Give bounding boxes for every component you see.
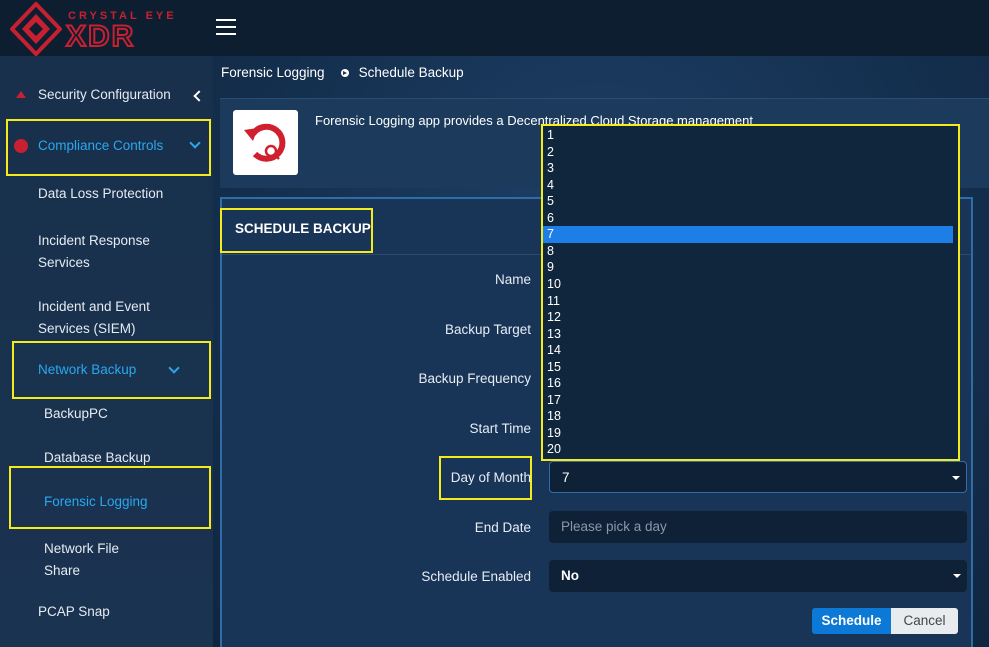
dropdown-option[interactable]: 9 [543,259,953,276]
cancel-button[interactable]: Cancel [891,608,958,634]
end-date-input[interactable]: Please pick a day [549,511,967,543]
sidebar-item-database-backup[interactable]: Database Backup [0,448,213,468]
sidebar-item-network-backup[interactable]: Network Backup [0,359,213,381]
sidebar-item-label: Security Configuration [38,87,171,102]
crystal-eye-logo[interactable]: CRYSTAL EYE XDR [10,2,185,56]
breadcrumb-root-link[interactable]: Forensic Logging [221,65,325,80]
sidebar-item-forensic-logging[interactable]: Forensic Logging [0,492,213,512]
sidebar-item-label: Incident and Event Services (SIEM) [38,299,150,336]
sidebar-item-label: Network File Share [44,541,120,578]
day-of-month-select[interactable]: 7 [549,461,967,493]
sidebar-item-pcap-snap[interactable]: PCAP Snap [0,602,213,622]
dropdown-option[interactable]: 4 [543,177,953,194]
end-date-label: End Date [474,520,531,535]
backup-frequency-label: Backup Frequency [418,371,531,386]
dropdown-option[interactable]: 11 [543,293,953,310]
sidebar-item-label: Compliance Controls [38,138,164,153]
sidebar-item-label: Forensic Logging [44,494,148,509]
sidebar-item-label: PCAP Snap [38,604,110,619]
sidebar-item-security-configuration[interactable]: Security Configuration [0,84,213,106]
dropdown-option[interactable]: 12 [543,309,953,326]
top-bar: CRYSTAL EYE XDR [0,0,989,56]
sidebar-item-label: Data Loss Protection [38,186,164,201]
forensic-logging-app-icon [233,110,298,175]
sidebar-item-incident-and-event-services[interactable]: Incident and Event Services (SIEM) [0,294,213,338]
dropdown-option[interactable]: 18 [543,408,953,425]
dropdown-option[interactable]: 14 [543,342,953,359]
logo-mark-icon [10,2,62,56]
dropdown-option[interactable]: 19 [543,425,953,442]
sidebar-item-label: Database Backup [44,450,151,465]
sidebar-item-incident-response-services[interactable]: Incident Response Services [0,228,213,272]
schedule-button[interactable]: Schedule [812,608,891,634]
dropdown-option[interactable]: 5 [543,193,953,210]
backup-target-label: Backup Target [444,322,531,337]
logo-text-xdr: XDR [65,19,136,54]
sidebar-item-label: BackupPC [44,406,108,421]
dropdown-option[interactable]: 3 [543,160,953,177]
schedule-enabled-label: Schedule Enabled [421,569,531,584]
start-time-label: Start Time [469,421,531,436]
breadcrumb-current: Schedule Backup [358,65,464,80]
hamburger-menu-icon[interactable] [216,19,236,37]
day-of-month-value: 7 [562,470,570,485]
dropdown-option[interactable]: 17 [543,392,953,409]
highlight-box [220,208,373,253]
dropdown-option[interactable]: 10 [543,276,953,293]
sidebar: Security Configuration Compliance Contro… [0,56,213,647]
dropdown-option[interactable]: 6 [543,210,953,227]
breadcrumb: Forensic Logging Schedule Backup [221,65,464,80]
dropdown-option[interactable]: 8 [543,243,953,260]
dropdown-option[interactable]: 20 [543,441,953,458]
name-label: Name [494,272,531,287]
dropdown-option[interactable]: 2 [543,144,953,161]
compliance-dot-icon [14,139,28,153]
chevron-down-icon [168,362,180,374]
dropdown-option[interactable]: 15 [543,359,953,376]
sidebar-item-data-loss-protection[interactable]: Data Loss Protection [0,184,213,204]
sidebar-item-compliance-controls[interactable]: Compliance Controls [0,134,213,156]
breadcrumb-separator-icon [340,68,349,77]
schedule-enabled-select[interactable]: No [549,560,967,592]
dropdown-option[interactable]: 1 [543,127,953,144]
chevron-down-icon [189,137,201,149]
day-of-month-dropdown-list[interactable]: 1 2 3 4 5 6 7 8 9 10 11 12 13 14 15 16 17 18 19 20 [541,125,958,459]
sidebar-item-network-file-share[interactable]: Network File Share [0,536,213,580]
triangle-icon [16,91,26,98]
caret-down-icon [953,574,961,578]
dropdown-option[interactable]: 7 [543,226,953,243]
sidebar-item-label: Incident Response Services [38,233,150,270]
day-of-month-label: Day of Month [450,470,531,485]
caret-down-icon [952,476,960,480]
dropdown-option[interactable]: 13 [543,326,953,343]
schedule-enabled-value: No [561,568,579,583]
sidebar-item-label: Network Backup [38,362,137,377]
dropdown-option[interactable]: 16 [543,375,953,392]
sidebar-item-backuppc[interactable]: BackupPC [0,404,213,424]
chevron-left-icon [193,90,205,102]
